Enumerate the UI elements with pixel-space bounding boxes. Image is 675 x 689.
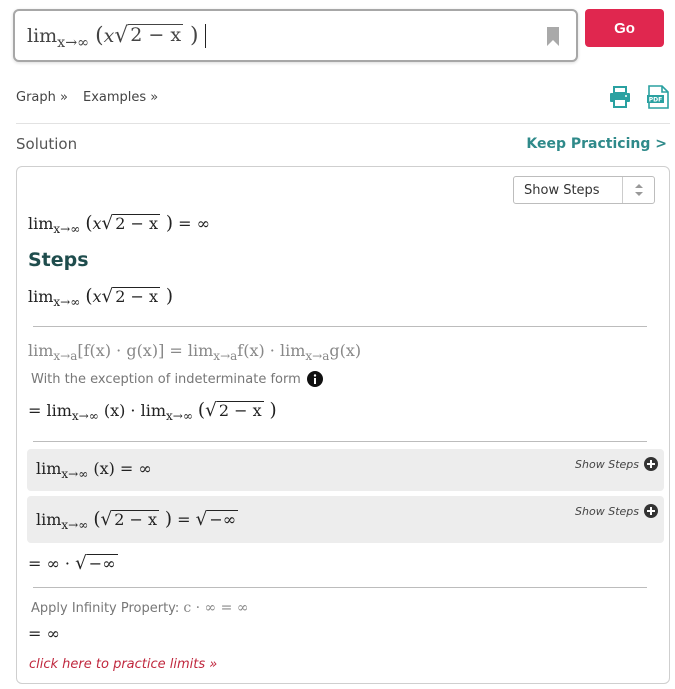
svg-text:PDF: PDF <box>649 97 662 104</box>
print-icon[interactable] <box>609 86 631 108</box>
divider <box>33 441 647 442</box>
exception-note: With the exception of indeterminate form <box>31 371 323 387</box>
step-expression: limx→∞ (x √ 2 − x ) <box>28 286 174 310</box>
infinity-property-note: Apply Infinity Property: c · ∞ = ∞ <box>31 600 249 616</box>
sub-step-2-expression: limx→∞ (√ 2 − x ) = √ −∞ <box>36 509 239 533</box>
header-divider <box>16 123 670 124</box>
pdf-icon[interactable]: PDF <box>647 85 669 109</box>
sub-step-1: limx→∞ (x) = ∞ Show Steps <box>27 449 664 491</box>
divider <box>33 587 647 588</box>
final-result: = ∞ <box>28 624 60 643</box>
keep-practicing-link[interactable]: Keep Practicing > <box>526 136 667 152</box>
graph-link[interactable]: Graph » <box>16 90 68 105</box>
product-expression: = ∞ · √ −∞ <box>28 553 118 574</box>
sub-step-1-show-steps[interactable]: Show Steps <box>575 457 658 471</box>
select-arrows-icon <box>622 177 654 203</box>
text-cursor <box>204 23 206 48</box>
product-rule: limx→a[f(x) · g(x)] = limx→af(x) · limx→… <box>28 341 362 364</box>
search-input[interactable]: limx→∞ (x √ 2 − x ) <box>13 9 578 62</box>
solution-panel: Show Steps limx→∞ (x √ 2 − x ) = ∞ Steps l… <box>16 166 670 684</box>
practice-limits-link[interactable]: click here to practice limits » <box>29 657 217 672</box>
divider <box>33 326 647 327</box>
plus-circle-icon <box>644 504 658 518</box>
info-icon[interactable] <box>306 371 323 387</box>
split-expression: = limx→∞ (x) · limx→∞ (√ 2 − x ) <box>28 400 277 424</box>
sub-step-2: limx→∞ (√ 2 − x ) = √ −∞ Show Steps <box>27 496 664 543</box>
examples-link[interactable]: Examples » <box>83 90 158 105</box>
sub-step-2-show-steps[interactable]: Show Steps <box>575 504 658 518</box>
answer-expression: limx→∞ (x √ 2 − x ) = ∞ <box>28 213 210 237</box>
sub-step-1-expression: limx→∞ (x) = ∞ <box>36 459 152 482</box>
bookmark-icon[interactable] <box>546 26 560 47</box>
search-expression: limx→∞ (x √ 2 − x ) <box>27 23 199 51</box>
plus-circle-icon <box>644 457 658 471</box>
go-button[interactable]: Go <box>585 9 664 47</box>
solution-label: Solution <box>16 135 78 153</box>
show-steps-select[interactable]: Show Steps <box>513 176 655 204</box>
steps-heading: Steps <box>28 249 89 271</box>
